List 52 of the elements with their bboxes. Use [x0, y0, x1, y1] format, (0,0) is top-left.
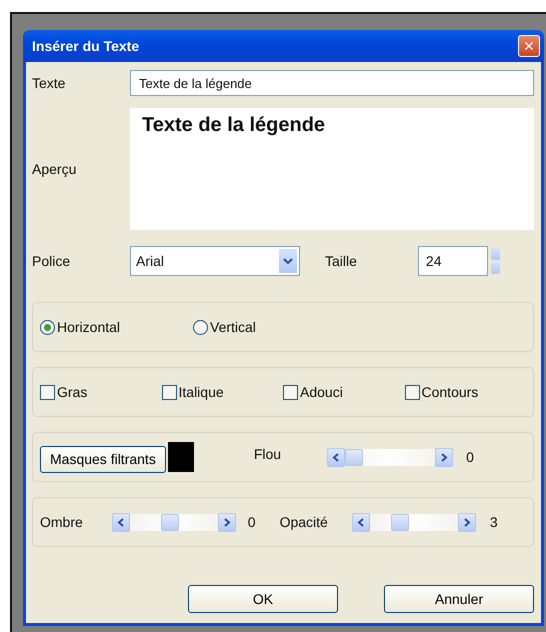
left-arrow-button[interactable]: [327, 448, 346, 466]
color-swatch[interactable]: [168, 442, 194, 472]
slider-value: 0: [248, 514, 256, 530]
right-arrow-button[interactable]: [458, 512, 476, 532]
slider-value: 3: [490, 514, 498, 530]
window-title: Insérer du Texte: [32, 38, 140, 54]
font-label: Police: [32, 253, 72, 269]
checkbox[interactable]: [162, 384, 176, 400]
slider-label: Opacité: [280, 514, 328, 530]
radio-option[interactable]: Vertical: [193, 319, 346, 335]
slider-label: Flou: [254, 446, 282, 462]
size-label: Taille: [325, 253, 357, 269]
font-value: Arial: [136, 253, 164, 269]
preview-text: Texte de la légende: [142, 114, 326, 136]
checkbox[interactable]: [40, 384, 55, 400]
checkbox-option[interactable]: Contours: [404, 384, 526, 400]
right-arrow-button[interactable]: [435, 448, 454, 466]
left-arrow-button[interactable]: [112, 512, 130, 532]
left-chevron-icon: [116, 518, 125, 526]
text-input-field[interactable]: Texte de la légende: [130, 70, 534, 96]
field-label: Texte: [32, 75, 66, 91]
checkbox[interactable]: [283, 384, 298, 400]
scrollbar-slider[interactable]: [352, 512, 476, 532]
checkbox-option[interactable]: Adouci: [283, 384, 404, 400]
mask-filter-button[interactable]: Masques filtrants: [40, 446, 166, 472]
left-chevron-icon: [332, 452, 340, 462]
dialog-button[interactable]: OK: [188, 585, 338, 613]
radio-option[interactable]: Horizontal: [40, 319, 193, 335]
scrollbar-slider[interactable]: [112, 512, 236, 532]
checkbox-option[interactable]: Gras: [40, 384, 162, 400]
checkbox[interactable]: [404, 384, 420, 400]
slider-label: Ombre: [40, 514, 83, 530]
left-chevron-icon: [356, 518, 365, 526]
radio-button[interactable]: [40, 320, 55, 334]
right-arrow-button[interactable]: [218, 512, 236, 532]
slider-thumb[interactable]: [161, 514, 180, 530]
preview-label: Aperçu: [32, 161, 78, 177]
close-button[interactable]: ×: [518, 35, 540, 57]
dialog-button[interactable]: Annuler: [384, 585, 534, 613]
right-chevron-icon: [462, 518, 471, 526]
scrollbar-slider[interactable]: [327, 448, 454, 466]
right-chevron-icon: [222, 518, 231, 526]
slider-value: 0: [466, 449, 474, 465]
left-arrow-button[interactable]: [352, 512, 370, 532]
size-value: 24: [426, 253, 442, 269]
size-spin-field[interactable]: 24: [418, 246, 488, 276]
font-dropdown[interactable]: Arial: [130, 246, 300, 276]
slider-thumb[interactable]: [390, 514, 409, 530]
slider-thumb[interactable]: [345, 448, 364, 466]
checkbox-option[interactable]: Italique: [162, 384, 283, 400]
radio-button[interactable]: [193, 320, 208, 334]
right-chevron-icon: [440, 452, 448, 462]
